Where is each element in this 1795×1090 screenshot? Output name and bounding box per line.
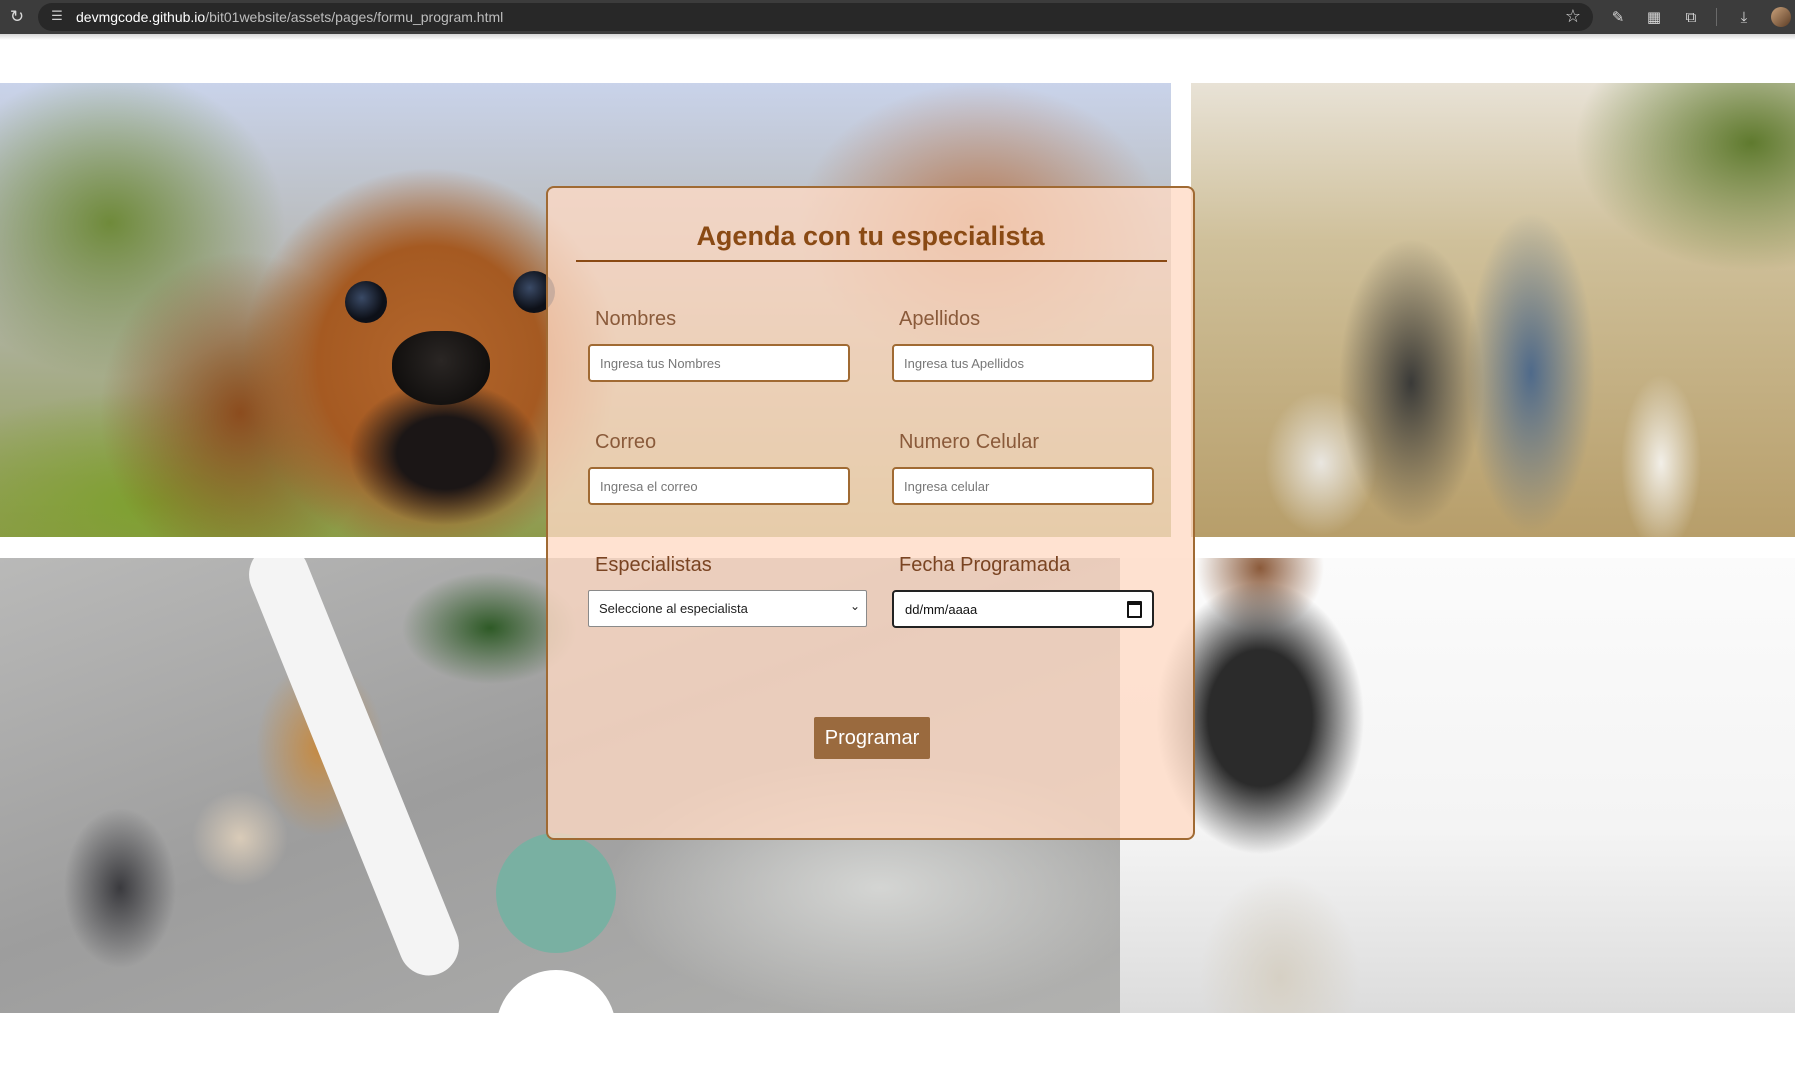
chevron-down-icon: ⌄ [849, 599, 860, 613]
site-settings-icon[interactable]: ☰ [48, 8, 66, 26]
decorative-teal-circle [496, 833, 616, 953]
qr-code-icon[interactable]: ▦ [1643, 6, 1665, 28]
title-divider [576, 260, 1167, 262]
address-bar[interactable]: ☰ devmgcode.github.io/bit01website/asset… [38, 3, 1593, 31]
toolbar-shadow [0, 34, 1795, 40]
celular-input[interactable] [892, 467, 1154, 505]
extensions-icon[interactable]: ⧉ [1680, 6, 1702, 28]
browser-toolbar: ↻ ☰ devmgcode.github.io/bit01website/ass… [0, 0, 1795, 34]
decorative-white-circle [496, 970, 616, 1090]
puppy-eye-left [345, 281, 387, 323]
photo-woman-with-leashes [1120, 558, 1795, 1013]
apellidos-label: Apellidos [899, 308, 981, 330]
apellidos-input[interactable] [892, 344, 1154, 382]
toolbar-divider [1716, 8, 1717, 26]
correo-input[interactable] [588, 467, 850, 505]
fecha-date-input[interactable]: dd/mm/aaaa [892, 590, 1154, 628]
nombres-input[interactable] [588, 344, 850, 382]
fecha-label: Fecha Programada [899, 554, 1071, 576]
profile-avatar[interactable] [1771, 7, 1791, 27]
especialistas-select[interactable]: Seleccione al especialista ⌄ [588, 590, 867, 627]
download-icon[interactable]: ⤓ [1733, 6, 1755, 28]
bookmark-star-icon[interactable]: ☆ [1565, 6, 1581, 27]
celular-label: Numero Celular [899, 431, 1040, 453]
programar-button[interactable]: Programar [814, 717, 930, 759]
correo-label: Correo [595, 431, 657, 453]
especialistas-label: Especialistas [595, 554, 712, 576]
nombres-label: Nombres [595, 308, 677, 330]
url-text[interactable]: devmgcode.github.io/bit01website/assets/… [76, 9, 503, 25]
especialistas-selected-value: Seleccione al especialista [599, 601, 748, 616]
eyedropper-icon[interactable]: ✎ [1607, 6, 1629, 28]
photo-women-walking-dogs [1191, 83, 1795, 537]
reload-icon[interactable]: ↻ [7, 7, 27, 27]
fecha-value: dd/mm/aaaa [905, 602, 978, 617]
appointment-form: Agenda con tu especialista Nombres Apell… [546, 186, 1195, 840]
url-path: /bit01website/assets/pages/formu_program… [205, 9, 504, 25]
url-host: devmgcode.github.io [76, 9, 206, 25]
puppy-nose [392, 331, 490, 405]
form-title: Agenda con tu especialista [696, 221, 1045, 251]
curb-line [240, 558, 468, 985]
calendar-icon[interactable] [1127, 601, 1142, 618]
